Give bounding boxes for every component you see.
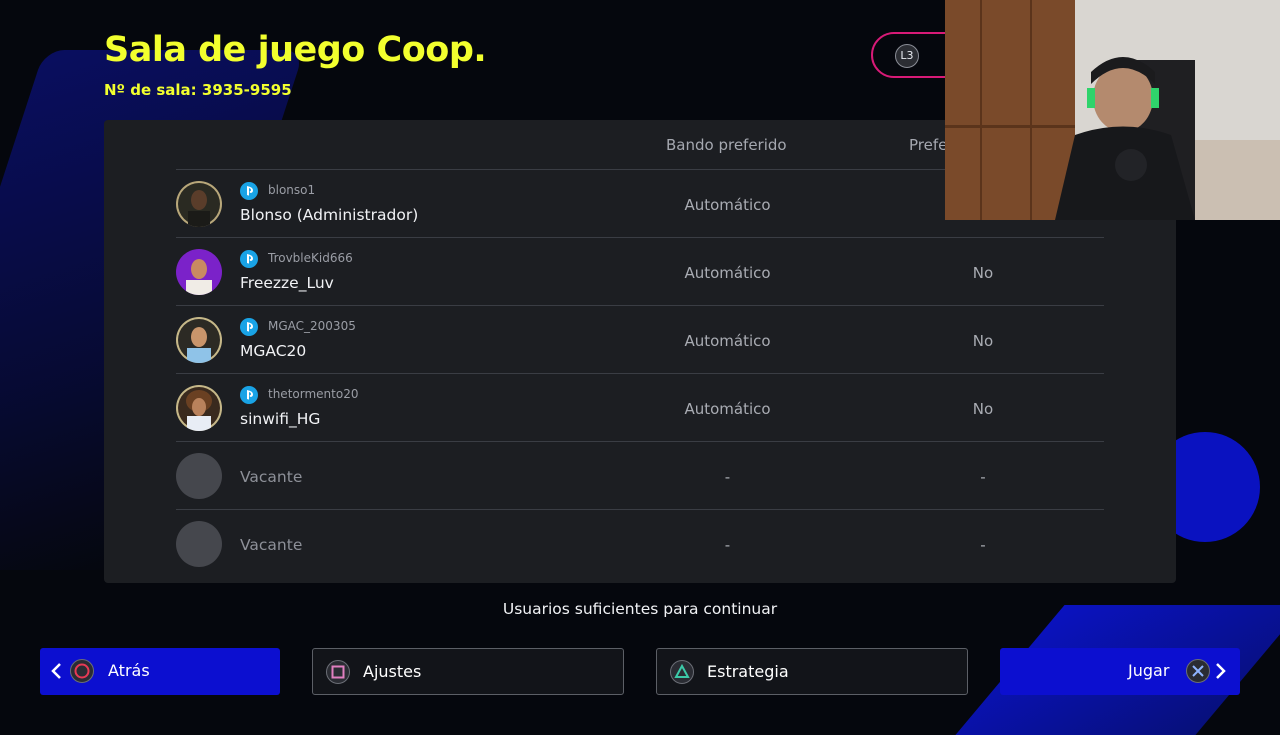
preferencia-value: - — [980, 468, 986, 486]
playstation-icon — [240, 250, 258, 268]
vacant-row[interactable]: Vacante - - — [176, 442, 1104, 509]
player-row[interactable]: thetormento20 sinwifi_HG Automático No — [176, 374, 1104, 441]
psn-id: TrovbleKid666 — [268, 251, 353, 265]
avatar — [176, 317, 222, 363]
player-row[interactable]: TrovbleKid666 Freezze_Luv Automático No — [176, 238, 1104, 305]
player-name: sinwifi_HG — [240, 410, 321, 428]
settings-button-label: Ajustes — [363, 662, 422, 681]
vacant-label: Vacante — [240, 536, 303, 554]
room-number: Nº de sala: 3935-9595 — [104, 81, 292, 99]
triangle-button-icon — [670, 660, 694, 684]
playstation-icon — [240, 182, 258, 200]
empty-avatar — [176, 521, 222, 567]
strategy-button-label: Estrategia — [707, 662, 789, 681]
avatar — [176, 385, 222, 431]
bando-value: - — [724, 468, 731, 486]
preferencia-value: No — [972, 264, 994, 282]
play-button-label: Jugar — [1128, 661, 1170, 680]
bando-value: Automático — [684, 332, 771, 350]
player-name: Freezze_Luv — [240, 274, 334, 292]
vacant-row[interactable]: Vacante - - — [176, 510, 1104, 577]
psn-id: thetormento20 — [268, 387, 359, 401]
preferencia-value: No — [972, 400, 994, 418]
bando-value: Automático — [684, 400, 771, 418]
bando-value: - — [724, 536, 731, 554]
preferencia-value: - — [980, 536, 986, 554]
bando-value: Automático — [684, 264, 771, 282]
player-name: MGAC20 — [240, 342, 307, 360]
empty-avatar — [176, 453, 222, 499]
playstation-icon — [240, 386, 258, 404]
back-button-label: Atrás — [108, 661, 150, 680]
avatar — [176, 181, 222, 227]
back-button[interactable]: Atrás — [40, 648, 280, 695]
play-button[interactable]: Jugar — [1000, 648, 1240, 695]
avatar — [176, 249, 222, 295]
status-message: Usuarios suficientes para continuar — [502, 600, 778, 618]
bando-value: Automático — [684, 196, 771, 214]
psn-id: blonso1 — [268, 183, 316, 197]
playstation-icon — [240, 318, 258, 336]
preferencia-value: No — [972, 332, 994, 350]
vacant-label: Vacante — [240, 468, 303, 486]
player-row[interactable]: MGAC_200305 MGAC20 Automático No — [176, 306, 1104, 373]
chevron-left-icon — [51, 663, 61, 679]
square-button-icon — [326, 660, 350, 684]
chevron-right-icon — [1216, 663, 1226, 679]
column-header-preferencia: Prefe — [909, 136, 948, 154]
webcam-overlay — [945, 0, 1280, 220]
settings-button[interactable]: Ajustes — [312, 648, 624, 695]
circle-button-icon — [70, 659, 94, 683]
player-name: Blonso (Administrador) — [240, 206, 419, 224]
l3-icon: L3 — [895, 44, 919, 68]
psn-id: MGAC_200305 — [268, 319, 356, 333]
page-title: Sala de juego Coop. — [104, 30, 487, 70]
cross-button-icon — [1186, 659, 1210, 683]
column-header-bando: Bando preferido — [666, 136, 787, 154]
strategy-button[interactable]: Estrategia — [656, 648, 968, 695]
